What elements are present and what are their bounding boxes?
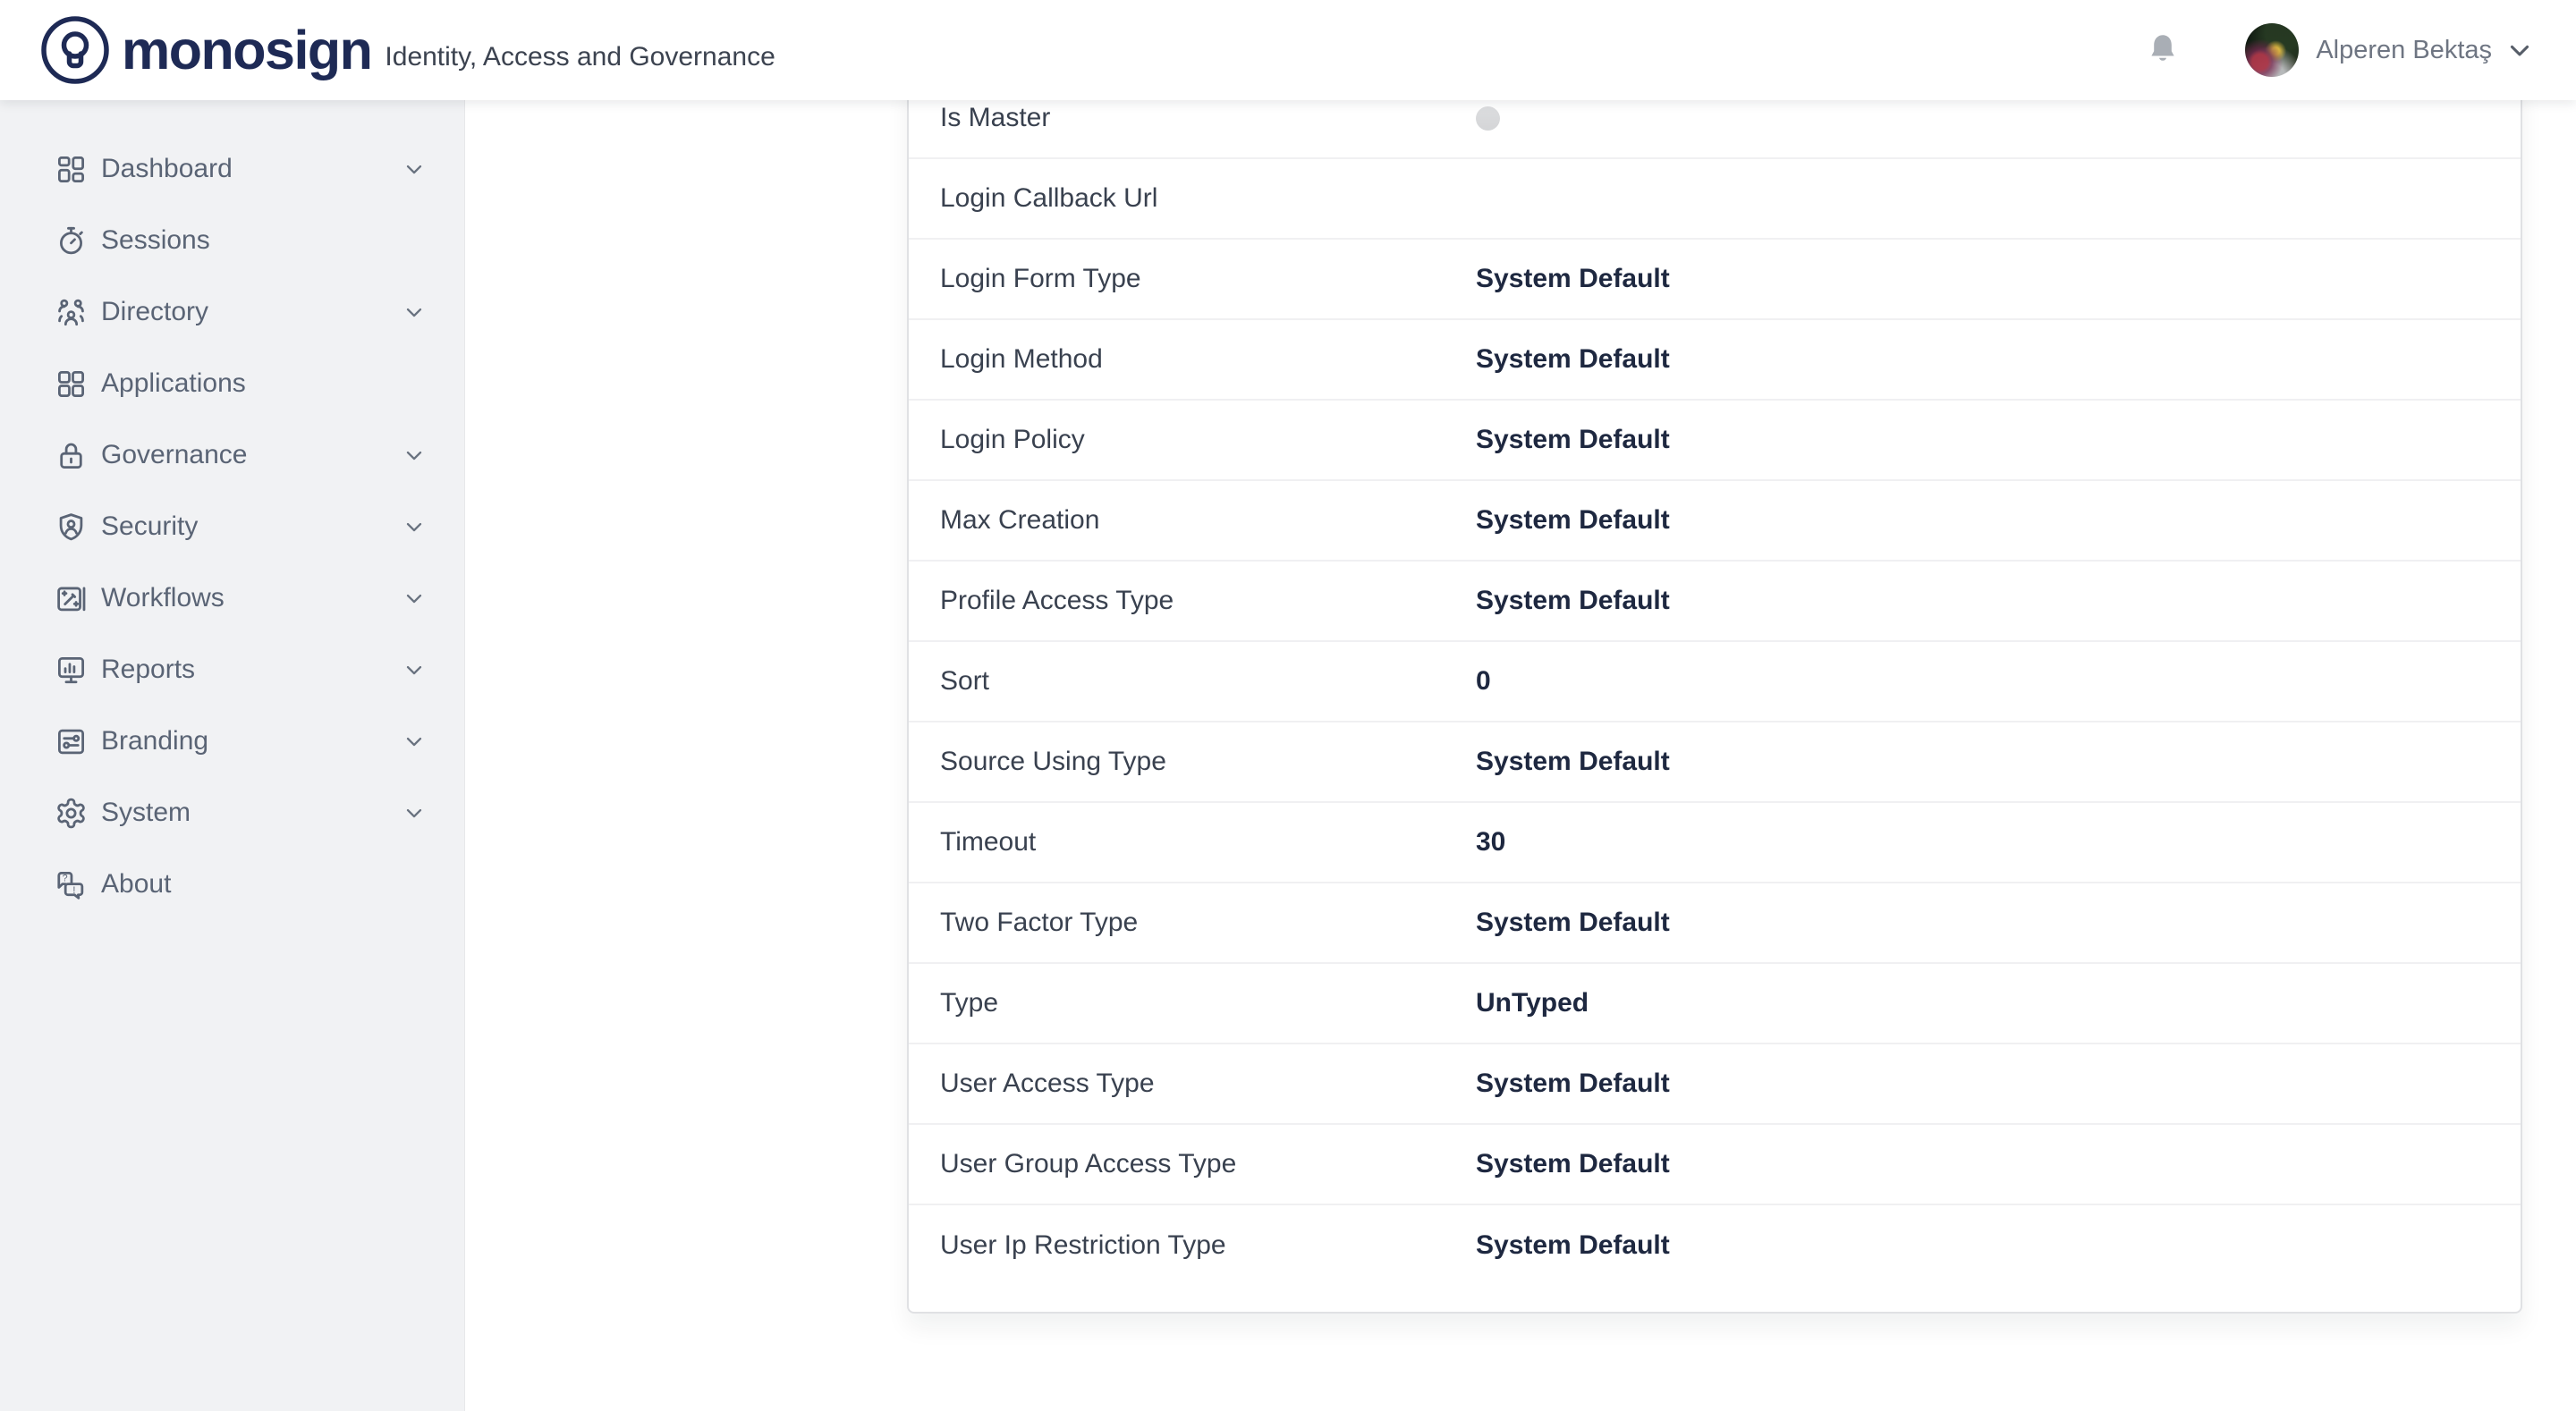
sliders-icon	[55, 725, 88, 758]
property-row-max-creation: Max CreationSystem Default	[909, 481, 2521, 562]
sidebar-item-label: Security	[101, 513, 198, 540]
sidebar-item-system[interactable]: System	[0, 777, 464, 849]
property-row-user-group-access-type: User Group Access TypeSystem Default	[909, 1125, 2521, 1205]
sidebar-item-security[interactable]: Security	[0, 491, 464, 562]
property-value: System Default	[1476, 505, 1670, 536]
property-value: UnTyped	[1476, 988, 1589, 1018]
sidebar-item-workflows[interactable]: Workflows	[0, 562, 464, 634]
chevron-down-icon[interactable]	[402, 443, 427, 468]
property-label: Two Factor Type	[940, 908, 1476, 938]
property-label: Is Master	[940, 103, 1476, 133]
property-value: System Default	[1476, 425, 1670, 455]
property-label: User Access Type	[940, 1069, 1476, 1099]
property-label: Profile Access Type	[940, 586, 1476, 616]
property-row-sort: Sort0	[909, 642, 2521, 722]
lock-icon	[55, 439, 88, 472]
bell-icon[interactable]	[2143, 29, 2182, 72]
property-row-login-policy: Login PolicySystem Default	[909, 401, 2521, 481]
property-row-source-using-type: Source Using TypeSystem Default	[909, 722, 2521, 803]
property-row-user-ip-restriction-type: User Ip Restriction TypeSystem Default	[909, 1205, 2521, 1286]
app-tagline: Identity, Access and Governance	[385, 44, 775, 71]
property-row-login-form-type: Login Form TypeSystem Default	[909, 240, 2521, 320]
sidebar-item-label: About	[101, 871, 171, 898]
property-row-login-callback-url: Login Callback Url	[909, 159, 2521, 240]
chevron-down-icon[interactable]	[402, 586, 427, 611]
user-avatar[interactable]	[2245, 23, 2299, 77]
chevron-down-icon[interactable]	[402, 657, 427, 682]
top-navbar: monosign Identity, Access and Governance…	[0, 0, 2576, 100]
help-chat-icon: ?!	[55, 868, 88, 901]
chevron-down-icon[interactable]	[402, 514, 427, 539]
property-label: Timeout	[940, 827, 1476, 858]
property-value: System Default	[1476, 586, 1670, 616]
property-value: System Default	[1476, 344, 1670, 375]
property-value: System Default	[1476, 908, 1670, 938]
chevron-down-icon[interactable]	[402, 156, 427, 182]
sidebar-item-governance[interactable]: Governance	[0, 419, 464, 491]
property-value: System Default	[1476, 747, 1670, 777]
chevron-down-icon[interactable]	[2504, 35, 2535, 65]
sidebar-item-directory[interactable]: Directory	[0, 276, 464, 348]
svg-text:?: ?	[63, 873, 68, 883]
brand-name: monosign	[122, 23, 371, 78]
sidebar-item-label: Sessions	[101, 227, 210, 254]
property-value: 30	[1476, 827, 1505, 858]
dashboard-icon	[55, 153, 88, 186]
sidebar-item-applications[interactable]: Applications	[0, 348, 464, 419]
brand-logo[interactable]: monosign	[40, 15, 371, 85]
sidebar: Dashboard Sessions Directory Applications Go…	[0, 100, 465, 1411]
sidebar-item-label: Applications	[101, 370, 246, 397]
report-monitor-icon	[55, 654, 88, 687]
property-row-login-method: Login MethodSystem Default	[909, 320, 2521, 401]
chevron-down-icon[interactable]	[402, 729, 427, 754]
property-value: 0	[1476, 666, 1491, 697]
shield-user-icon	[55, 511, 88, 544]
sidebar-item-label: Dashboard	[101, 156, 233, 182]
sidebar-item-about[interactable]: ?! About	[0, 849, 464, 920]
sidebar-item-sessions[interactable]: Sessions	[0, 205, 464, 276]
property-label: Login Callback Url	[940, 183, 1476, 214]
property-label: User Ip Restriction Type	[940, 1230, 1476, 1261]
property-label: Max Creation	[940, 505, 1476, 536]
sidebar-item-label: Branding	[101, 728, 208, 755]
properties-card: Is Master Login Callback Url Login Form Ty…	[907, 77, 2522, 1314]
sidebar-item-label: System	[101, 799, 191, 826]
property-row-user-access-type: User Access TypeSystem Default	[909, 1044, 2521, 1125]
property-row-profile-access-type: Profile Access TypeSystem Default	[909, 562, 2521, 642]
workflow-icon	[55, 582, 88, 615]
property-label: User Group Access Type	[940, 1149, 1476, 1179]
app-grid-icon	[55, 368, 88, 401]
property-value: System Default	[1476, 264, 1670, 294]
sidebar-item-label: Governance	[101, 442, 247, 469]
sidebar-item-label: Directory	[101, 299, 208, 325]
sidebar-item-reports[interactable]: Reports	[0, 634, 464, 706]
property-row-timeout: Timeout30	[909, 803, 2521, 883]
property-row-two-factor-type: Two Factor TypeSystem Default	[909, 883, 2521, 964]
user-name: Alperen Bektaş	[2316, 36, 2492, 65]
toggle-off[interactable]	[1476, 106, 1500, 131]
users-icon	[55, 296, 88, 329]
property-label: Login Method	[940, 344, 1476, 375]
monosign-logo-icon	[40, 15, 110, 85]
chevron-down-icon[interactable]	[402, 800, 427, 825]
sidebar-item-branding[interactable]: Branding	[0, 706, 464, 777]
chevron-down-icon[interactable]	[402, 300, 427, 325]
gear-icon	[55, 797, 88, 830]
property-value: System Default	[1476, 1149, 1670, 1179]
property-value: System Default	[1476, 1230, 1670, 1261]
stopwatch-icon	[55, 224, 88, 258]
sidebar-item-label: Reports	[101, 656, 195, 683]
svg-text:!: !	[72, 885, 75, 896]
sidebar-item-label: Workflows	[101, 585, 225, 612]
sidebar-item-dashboard[interactable]: Dashboard	[0, 133, 464, 205]
property-label: Sort	[940, 666, 1476, 697]
property-label: Login Policy	[940, 425, 1476, 455]
property-label: Type	[940, 988, 1476, 1018]
property-value: System Default	[1476, 1069, 1670, 1099]
property-row-type: TypeUnTyped	[909, 964, 2521, 1044]
property-label: Source Using Type	[940, 747, 1476, 777]
property-label: Login Form Type	[940, 264, 1476, 294]
